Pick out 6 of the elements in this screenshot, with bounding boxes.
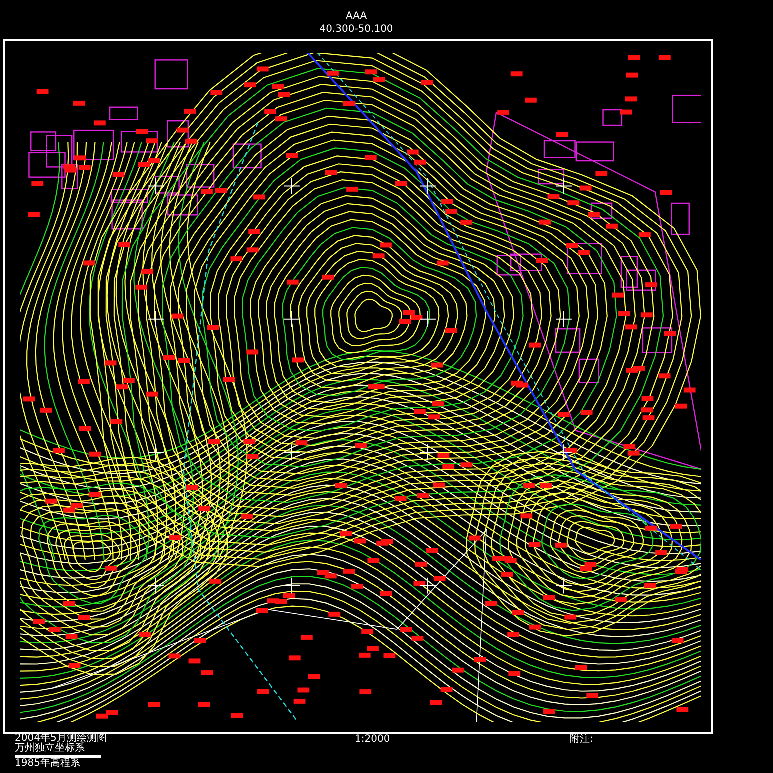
drawing-title: AAA [346, 10, 368, 23]
remarks-label: 附注: [570, 735, 594, 745]
sheet-range: 40.300-50.100 [320, 23, 394, 36]
map-scale: 1:2000 [355, 735, 390, 745]
coordinate-system: 万州独立坐标系 [15, 744, 86, 754]
elevation-system: 1985年高程系 [15, 759, 82, 769]
